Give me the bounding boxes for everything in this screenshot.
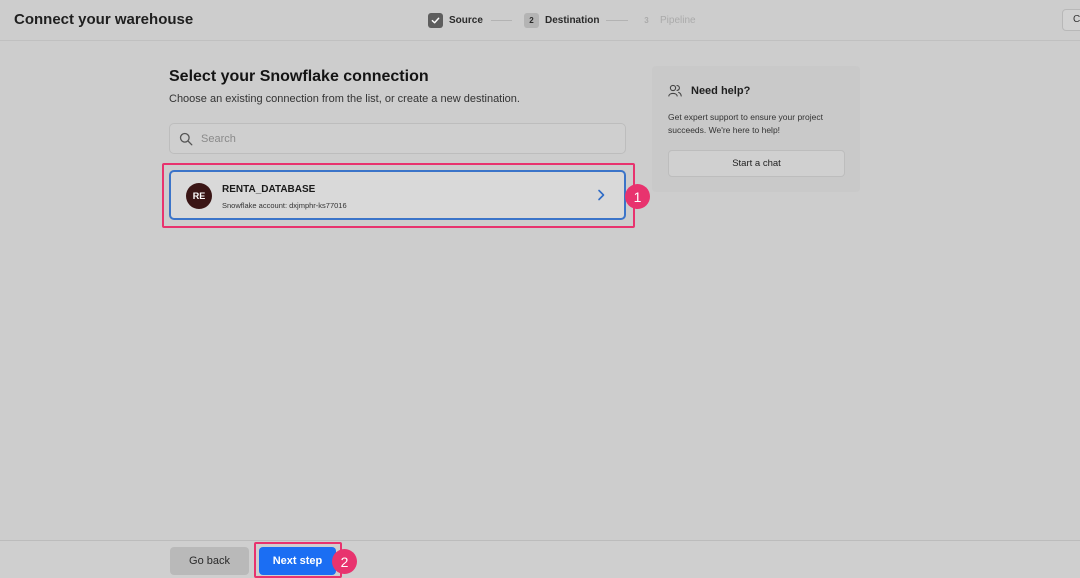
step-number: 2: [524, 12, 539, 28]
header-close-button[interactable]: C: [1062, 9, 1080, 31]
search-box[interactable]: [169, 123, 626, 154]
step-connector: [606, 20, 628, 21]
start-chat-button[interactable]: Start a chat: [668, 150, 845, 177]
section-title: Select your Snowflake connection: [169, 68, 429, 85]
connection-item-renta-database[interactable]: RE RENTA_DATABASE Snowflake account: dxj…: [169, 170, 626, 220]
search-input[interactable]: [201, 124, 611, 153]
connection-name: RENTA_DATABASE: [222, 184, 316, 195]
go-back-button[interactable]: Go back: [170, 547, 249, 575]
step-label: Destination: [545, 14, 600, 26]
next-step-button[interactable]: Next step: [259, 547, 336, 575]
step-destination[interactable]: 2 Destination: [524, 12, 599, 28]
step-label: Pipeline: [660, 14, 696, 26]
help-panel: Need help? Get expert support to ensure …: [652, 66, 860, 192]
annotation-marker-2: 2: [332, 549, 357, 574]
step-label: Source: [449, 14, 483, 26]
step-pipeline[interactable]: 3 Pipeline: [639, 12, 696, 28]
step-number: 3: [644, 15, 649, 25]
top-bar: Connect your warehouse Source 2 Destinat…: [0, 0, 1080, 41]
step-connector: [491, 20, 512, 21]
users-icon: [668, 84, 682, 97]
help-title: Need help?: [691, 85, 751, 97]
section-subtitle: Choose an existing connection from the l…: [169, 93, 520, 105]
search-icon: [179, 132, 193, 146]
chevron-right-icon: [598, 189, 605, 201]
check-icon: [428, 12, 443, 28]
step-source[interactable]: Source: [428, 12, 483, 28]
footer-bar: [0, 540, 1080, 578]
connection-account: Snowflake account: dxjmphr-ks77016: [222, 201, 347, 210]
page-title: Connect your warehouse: [14, 11, 194, 28]
annotation-marker-1: 1: [625, 184, 650, 209]
help-text: Get expert support to ensure your projec…: [668, 112, 823, 135]
avatar: RE: [186, 183, 212, 209]
